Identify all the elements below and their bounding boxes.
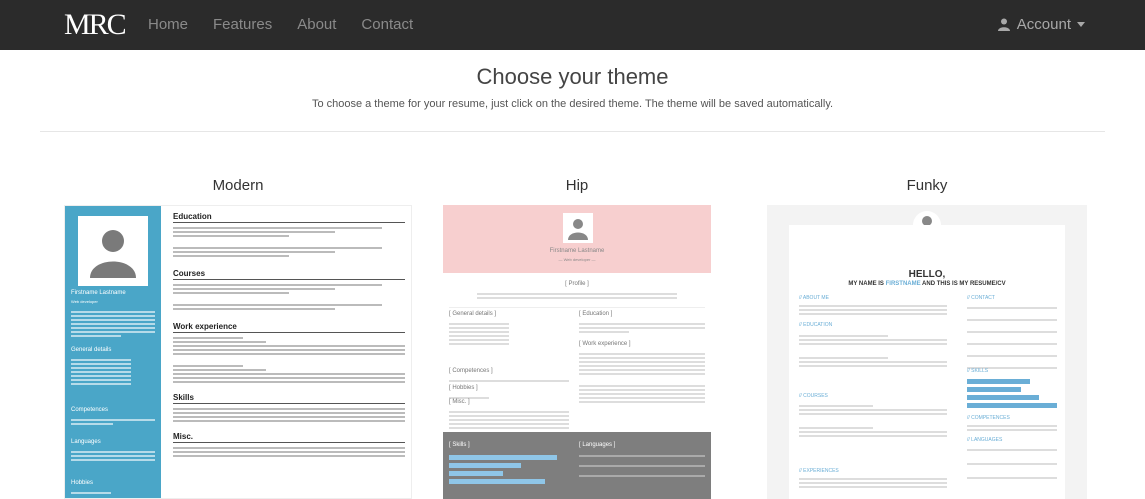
nav-contact[interactable]: Contact xyxy=(361,16,413,33)
page-subtitle: To choose a theme for your resume, just … xyxy=(311,98,834,110)
modern-main: Education Courses Work experience Skills… xyxy=(173,212,405,459)
chevron-down-icon xyxy=(1077,22,1085,27)
funky-tagline: MY NAME IS FIRSTNAME AND THIS IS MY RESU… xyxy=(848,281,1006,287)
funky-section-heading: // SKILLS xyxy=(967,368,989,374)
account-label: Account xyxy=(1016,16,1071,33)
nav-features[interactable]: Features xyxy=(213,16,272,33)
modern-side-section: Hobbies xyxy=(71,480,94,486)
modern-side-section: General details xyxy=(71,347,112,353)
divider xyxy=(40,131,1105,132)
hip-name: Firstname Lastname xyxy=(549,248,605,254)
modern-section-heading: Courses xyxy=(173,269,405,280)
account-menu[interactable]: Account xyxy=(997,16,1085,33)
theme-card-funky[interactable]: HELLO, MY NAME IS FIRSTNAME AND THIS IS … xyxy=(767,205,1087,499)
modern-section-heading: Education xyxy=(173,212,405,223)
funky-section-heading: // EDUCATION xyxy=(799,322,833,328)
avatar xyxy=(563,213,593,243)
theme-card-hip[interactable]: Firstname Lastname — Web developer — [ P… xyxy=(443,205,711,499)
modern-section-heading: Skills xyxy=(173,393,405,404)
funky-section-heading: // COURSES xyxy=(799,393,828,399)
funky-section-heading: // EXPERIENCES xyxy=(799,468,839,474)
modern-name: Firstname Lastname xyxy=(71,290,126,296)
modern-side-section: Languages xyxy=(71,439,101,445)
hip-section-heading: [ Profile ] xyxy=(565,281,589,287)
funky-section-heading: // LANGUAGES xyxy=(967,437,1003,443)
theme-title-hip: Hip xyxy=(565,177,589,194)
hip-header: Firstname Lastname — Web developer — xyxy=(443,205,711,273)
hip-section-heading: [ Competences ] xyxy=(449,368,493,374)
modern-sidebar: Firstname Lastname Web developer General… xyxy=(65,206,161,498)
hip-section-heading: [ Skills ] xyxy=(449,442,470,448)
funky-section-heading: // ABOUT ME xyxy=(799,295,829,301)
funky-section-heading: // COMPETENCES xyxy=(967,415,1010,421)
user-icon xyxy=(997,18,1010,31)
nav-links: Home Features About Contact xyxy=(148,16,438,33)
hip-footer: [ Skills ] [ Languages ] xyxy=(443,432,711,499)
hip-section-heading: [ Work experience ] xyxy=(579,341,631,347)
hip-section-heading: [ Hobbies ] xyxy=(449,385,478,391)
modern-role: Web developer xyxy=(71,299,98,304)
hip-section-heading: [ Education ] xyxy=(579,311,613,317)
theme-card-modern[interactable]: Firstname Lastname Web developer General… xyxy=(64,205,412,499)
theme-title-modern: Modern xyxy=(212,177,264,194)
page-title: Choose your theme xyxy=(476,64,669,89)
funky-hello: HELLO, xyxy=(908,269,946,280)
funky-section-heading: // CONTACT xyxy=(967,295,995,301)
hip-role: — Web developer — xyxy=(558,257,596,262)
modern-section-heading: Work experience xyxy=(173,322,405,333)
navbar: MRC Home Features About Contact Account xyxy=(0,0,1145,50)
brand-logo[interactable]: MRC xyxy=(64,8,127,42)
hip-section-heading: [ Misc. ] xyxy=(449,399,470,405)
hip-section-heading: [ General details ] xyxy=(449,311,497,317)
avatar xyxy=(78,216,148,286)
modern-side-section: Competences xyxy=(71,407,109,413)
theme-title-funky: Funky xyxy=(906,177,948,194)
modern-section-heading: Misc. xyxy=(173,432,405,443)
funky-page: HELLO, MY NAME IS FIRSTNAME AND THIS IS … xyxy=(789,225,1065,499)
hip-section-heading: [ Languages ] xyxy=(579,442,616,448)
nav-about[interactable]: About xyxy=(297,16,336,33)
nav-home[interactable]: Home xyxy=(148,16,188,33)
